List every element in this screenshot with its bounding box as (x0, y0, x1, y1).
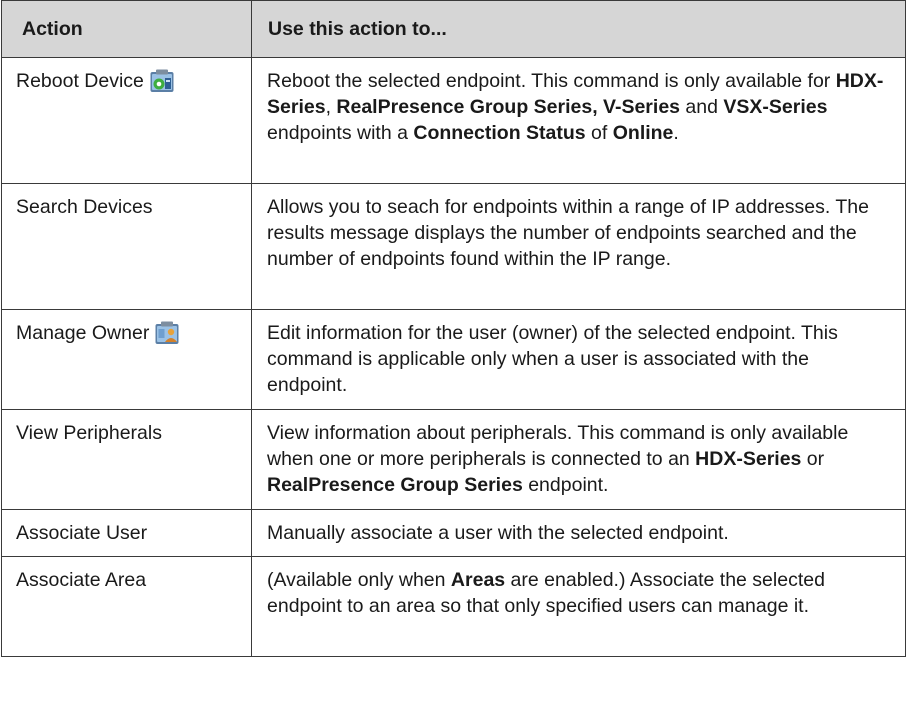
action-label: Reboot Device (16, 70, 144, 92)
text-run: Manually associate a user with the selec… (267, 522, 729, 544)
bold-term: HDX-Series (695, 448, 802, 470)
desc-text: Manually associate a user with the selec… (267, 522, 729, 544)
table-row: View Peripherals View information about … (1, 409, 906, 510)
actions-table: Action Use this action to... Reboot Devi… (1, 0, 906, 657)
desc-cell: View information about peripherals. This… (251, 409, 906, 510)
text-run: of (585, 122, 613, 144)
action-cell: View Peripherals (1, 409, 252, 510)
desc-cell: Manually associate a user with the selec… (251, 509, 906, 557)
reboot-device-icon (150, 69, 174, 100)
desc-text: Edit information for the user (owner) of… (267, 322, 838, 396)
action-label: Associate User (16, 522, 148, 544)
manage-owner-icon (155, 321, 179, 352)
desc-text: View information about peripherals. This… (267, 422, 848, 496)
header-action: Action (1, 0, 252, 58)
action-cell: Reboot Device (1, 57, 252, 184)
text-run: , (325, 96, 337, 118)
bold-term: Connection Status (413, 122, 586, 144)
desc-cell: Reboot the selected endpoint. This comma… (251, 57, 906, 184)
action-cell: Search Devices (1, 183, 252, 310)
action-label: Associate Area (16, 569, 147, 591)
text-run: Reboot the selected endpoint. This comma… (267, 70, 836, 92)
bold-term: RealPresence Group Series, V-Series (336, 96, 681, 118)
text-run: . (673, 122, 679, 144)
desc-text: Reboot the selected endpoint. This comma… (267, 70, 883, 144)
header-row: Action Use this action to... (1, 0, 906, 58)
table-row: Reboot Device Reboot the selected endpoi… (1, 57, 906, 184)
bold-term: VSX-Series (723, 96, 828, 118)
table-row: Associate Area (Available only when Area… (1, 556, 906, 657)
header-use: Use this action to... (251, 0, 906, 58)
table-row: Manage Owner Edit information for the us… (1, 309, 906, 410)
action-label: Search Devices (16, 196, 153, 218)
bold-term: RealPresence Group Series (267, 474, 523, 496)
text-run: Allows you to seach for endpoints within… (267, 196, 869, 270)
action-label: View Peripherals (16, 422, 162, 444)
desc-cell: (Available only when Areas are enabled.)… (251, 556, 906, 657)
text-run: endpoint. (522, 474, 609, 496)
table-row: Search Devices Allows you to seach for e… (1, 183, 906, 310)
desc-text: Allows you to seach for endpoints within… (267, 196, 869, 270)
bold-term: Online (612, 122, 674, 144)
desc-cell: Edit information for the user (owner) of… (251, 309, 906, 410)
bold-term: Areas (450, 569, 506, 591)
text-run: Edit information for the user (owner) of… (267, 322, 838, 396)
action-cell: Associate User (1, 509, 252, 557)
desc-cell: Allows you to seach for endpoints within… (251, 183, 906, 310)
text-run: endpoints with a (267, 122, 414, 144)
desc-text: (Available only when Areas are enabled.)… (267, 569, 825, 617)
table-row: Associate User Manually associate a user… (1, 509, 906, 557)
text-run: (Available only when (267, 569, 451, 591)
text-run: or (801, 448, 825, 470)
action-label: Manage Owner (16, 322, 150, 344)
action-cell: Associate Area (1, 556, 252, 657)
action-cell: Manage Owner (1, 309, 252, 410)
text-run: and (680, 96, 724, 118)
